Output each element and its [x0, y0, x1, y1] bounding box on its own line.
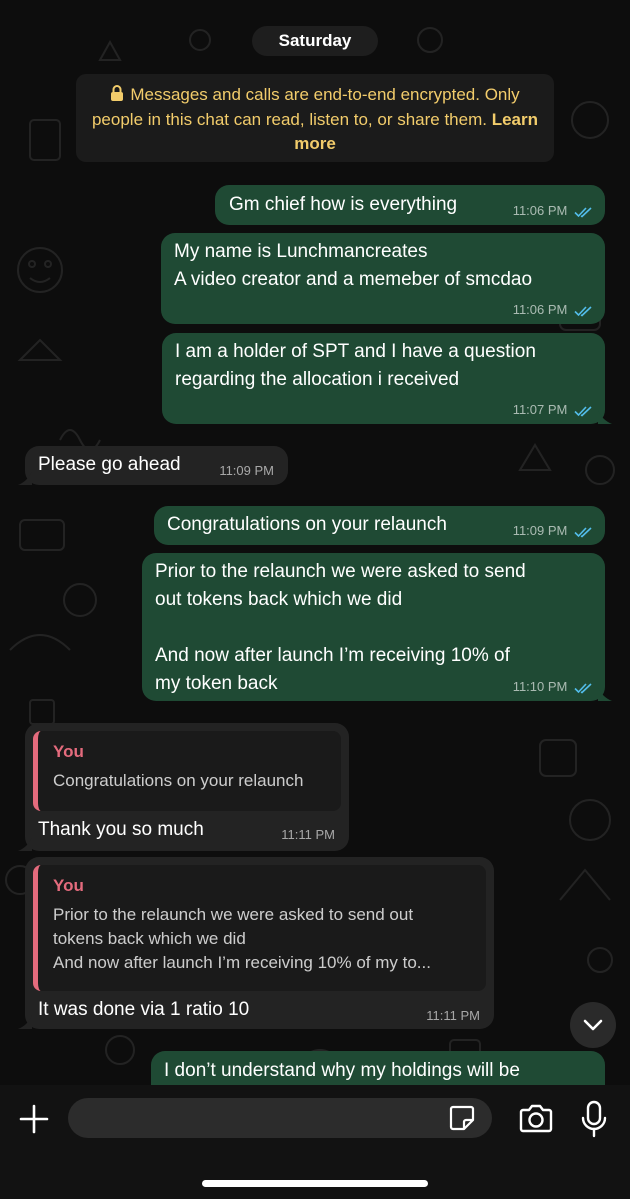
- bubble-tail: [598, 410, 612, 424]
- message-bubble-incoming[interactable]: You Prior to the relaunch we were asked …: [18, 857, 494, 1029]
- message-bubble-outgoing[interactable]: Gm chief how is everything 11:06 PM: [215, 185, 605, 225]
- quote-text: Congratulations on your relaunch: [53, 771, 304, 790]
- attach-button[interactable]: [14, 1099, 54, 1139]
- message-time: 11:11 PM: [281, 827, 335, 842]
- message-meta: 11:09 PM: [219, 463, 274, 479]
- message-text: It was done via 1 ratio 10: [38, 999, 250, 1020]
- date-separator: Saturday: [252, 26, 378, 56]
- message-text: Thank you so much: [38, 819, 204, 840]
- message-time: 11:07 PM: [512, 402, 568, 417]
- message-bubble-incoming[interactable]: Please go ahead 11:09 PM: [18, 446, 288, 485]
- bubble-tail: [18, 1015, 32, 1029]
- sticker-icon: [449, 1105, 475, 1131]
- camera-button[interactable]: [516, 1099, 556, 1139]
- read-ticks-icon: [574, 207, 592, 218]
- quote-author: You: [53, 742, 84, 761]
- lock-icon: [110, 84, 124, 108]
- message-text: Prior to the relaunch we were asked to s…: [155, 561, 526, 694]
- composer-bar: [0, 1085, 630, 1199]
- message-meta: 11:07 PM: [513, 402, 593, 418]
- sticker-button[interactable]: [446, 1102, 478, 1134]
- encryption-text: Messages and calls are end-to-end encryp…: [91, 85, 520, 129]
- microphone-icon: [581, 1100, 607, 1138]
- message-bubble-outgoing[interactable]: I am a holder of SPT and I have a questi…: [162, 333, 612, 424]
- message-bubble-outgoing[interactable]: Congratulations on your relaunch 11:09 P…: [154, 506, 605, 545]
- message-text: My name is Lunchmancreates A video creat…: [174, 241, 533, 290]
- message-bubble-outgoing[interactable]: Prior to the relaunch we were asked to s…: [142, 553, 612, 701]
- quote-author: You: [53, 876, 84, 895]
- message-time: 11:09 PM: [219, 463, 274, 478]
- message-text: Congratulations on your relaunch: [167, 514, 447, 535]
- message-meta: 11:06 PM: [513, 203, 593, 219]
- read-ticks-icon: [574, 406, 592, 417]
- bubble-tail: [598, 687, 612, 701]
- message-time: 11:11 PM: [426, 1008, 480, 1023]
- message-time: 11:06 PM: [512, 302, 568, 317]
- chat-background: Saturday Messages and calls are end-to-e…: [0, 0, 630, 1085]
- camera-icon: [519, 1104, 553, 1133]
- message-bubble-incoming[interactable]: You Congratulations on your relaunch Tha…: [18, 723, 349, 851]
- message-text: Gm chief how is everything: [229, 194, 458, 215]
- message-time: 11:09 PM: [512, 523, 568, 538]
- quote-text: Prior to the relaunch we were asked to s…: [53, 905, 431, 972]
- home-indicator: [202, 1180, 428, 1187]
- message-meta: 11:11 PM: [281, 827, 335, 843]
- bubble-tail: [18, 837, 32, 851]
- quoted-message[interactable]: You Congratulations on your relaunch: [33, 731, 341, 811]
- message-time: 11:10 PM: [512, 679, 568, 694]
- message-text: I am a holder of SPT and I have a questi…: [175, 341, 536, 390]
- message-bubble-outgoing[interactable]: My name is Lunchmancreates A video creat…: [161, 233, 605, 324]
- encryption-notice[interactable]: Messages and calls are end-to-end encryp…: [76, 74, 554, 162]
- message-input[interactable]: [68, 1098, 492, 1138]
- message-text: Please go ahead: [38, 454, 181, 475]
- chevron-down-icon: [583, 1019, 603, 1031]
- scroll-down-button[interactable]: [570, 1002, 616, 1048]
- microphone-button[interactable]: [576, 1097, 612, 1141]
- message-meta: 11:09 PM: [513, 523, 593, 539]
- message-meta: 11:10 PM: [513, 679, 593, 695]
- plus-icon: [19, 1104, 49, 1134]
- message-bubble-outgoing[interactable]: I don’t understand why my holdings will …: [151, 1051, 605, 1085]
- message-meta: 11:11 PM: [426, 1008, 480, 1024]
- read-ticks-icon: [574, 527, 592, 538]
- read-ticks-icon: [574, 306, 592, 317]
- quoted-message[interactable]: You Prior to the relaunch we were asked …: [33, 865, 486, 991]
- read-ticks-icon: [574, 683, 592, 694]
- bubble-tail: [18, 471, 32, 485]
- message-time: 11:06 PM: [512, 203, 568, 218]
- message-text: I don’t understand why my holdings will …: [164, 1060, 520, 1081]
- message-meta: 11:06 PM: [513, 302, 593, 318]
